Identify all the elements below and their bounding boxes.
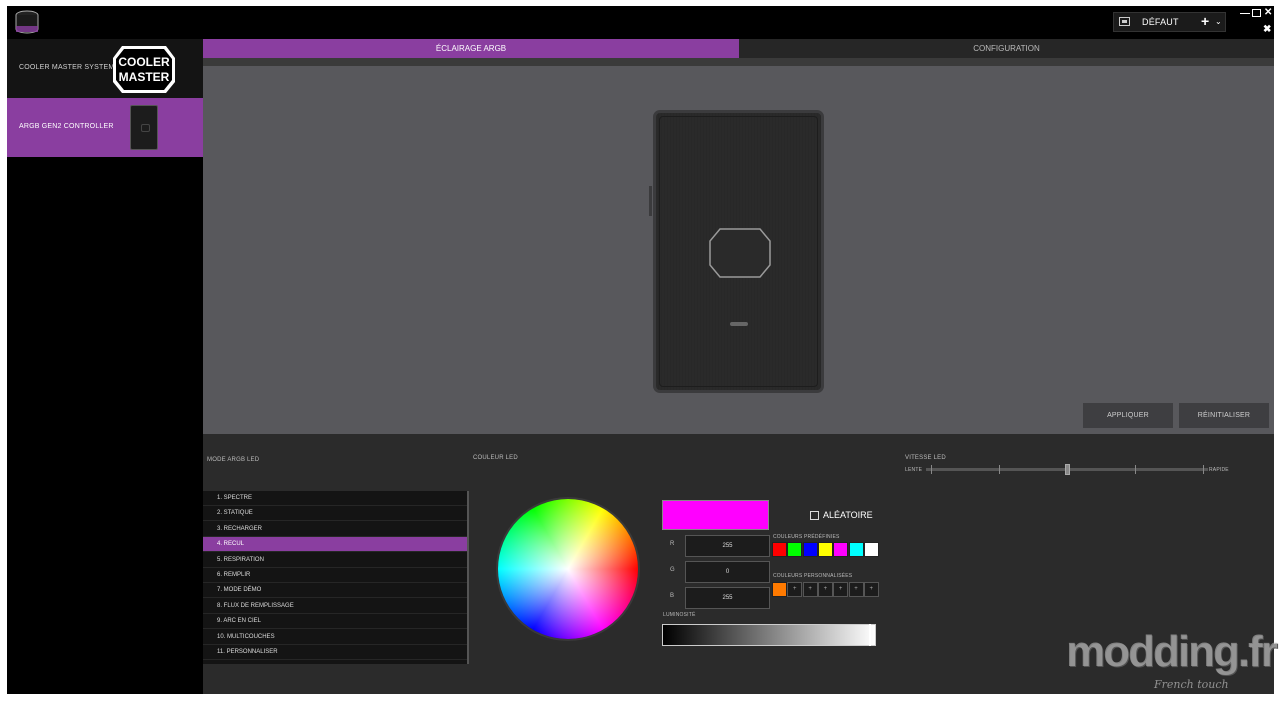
title-bar: DÉFAUT + ⌄ — ✕ ✖ xyxy=(7,6,1274,39)
mode-item[interactable]: 10. MULTICOUCHES xyxy=(203,630,467,645)
mode-item[interactable]: 8. FLUX DE REMPLISSAGE xyxy=(203,599,467,614)
collapse-icon[interactable]: ✖ xyxy=(1263,24,1271,35)
app-window: DÉFAUT + ⌄ — ✕ ✖ COOLER MASTER SYSTEM CO… xyxy=(7,6,1274,694)
status-led xyxy=(730,322,748,326)
device-sidebar: COOLER MASTER SYSTEM COOLER MASTER ARGB … xyxy=(7,39,203,694)
add-custom-color-button[interactable]: + xyxy=(817,582,833,597)
speed-min-label: LENTE xyxy=(905,467,923,473)
color-wheel[interactable] xyxy=(498,499,638,639)
led-mode-title: MODE ARGB LED xyxy=(207,457,260,463)
hexagon-logo-icon xyxy=(708,227,772,279)
green-value-input[interactable]: 0 xyxy=(685,561,770,583)
mode-item[interactable]: 6. REMPLIR xyxy=(203,568,467,583)
chevron-down-icon[interactable]: ⌄ xyxy=(1215,17,1222,26)
mode-item[interactable]: 1. SPECTRE xyxy=(203,491,467,506)
custom-color-swatch[interactable] xyxy=(772,582,787,597)
image-icon xyxy=(1119,17,1130,26)
add-custom-color-button[interactable]: + xyxy=(833,582,849,597)
add-custom-color-button[interactable]: + xyxy=(787,582,803,597)
device-side-button xyxy=(649,186,652,216)
led-color-title: COULEUR LED xyxy=(473,455,518,461)
preset-color-swatch[interactable] xyxy=(787,542,803,557)
brightness-label: LUMINOSITÉ xyxy=(663,612,696,618)
preset-color-swatch[interactable] xyxy=(863,542,879,557)
logo-line-1: COOLER xyxy=(118,55,170,69)
controller-image xyxy=(653,110,824,393)
blue-value-input[interactable]: 255 xyxy=(685,587,770,609)
custom-colors-label: COULEURS PERSONNALISÉES xyxy=(773,573,853,579)
minimize-button[interactable]: — xyxy=(1240,8,1250,19)
preset-color-swatch[interactable] xyxy=(817,542,833,557)
add-custom-color-button[interactable]: + xyxy=(802,582,818,597)
mode-item[interactable]: 2. STATIQUE xyxy=(203,506,467,522)
sidebar-item-cooler-master-system[interactable]: COOLER MASTER SYSTEM COOLER MASTER xyxy=(7,39,203,98)
preset-colors-label: COULEURS PRÉDÉFINIES xyxy=(773,534,840,540)
maximize-button[interactable] xyxy=(1252,9,1261,17)
preset-color-swatch[interactable] xyxy=(802,542,818,557)
reset-button[interactable]: RÉINITIALISER xyxy=(1179,403,1269,428)
sidebar-item-label: COOLER MASTER SYSTEM xyxy=(19,64,115,71)
preset-color-swatch[interactable] xyxy=(833,542,849,557)
tab-argb-lighting[interactable]: ÉCLAIRAGE ARGB xyxy=(203,39,739,58)
tab-configuration[interactable]: CONFIGURATION xyxy=(739,39,1274,58)
random-label: ALÉATOIRE xyxy=(823,510,873,520)
random-checkbox[interactable] xyxy=(810,511,819,520)
speed-tick xyxy=(1203,465,1204,474)
mode-item[interactable]: 9. ARC EN CIEL xyxy=(203,614,467,630)
add-custom-color-button[interactable]: + xyxy=(848,582,864,597)
preset-color-swatch[interactable] xyxy=(772,542,787,557)
mode-item[interactable]: 5. RESPIRATION xyxy=(203,553,467,568)
current-color-swatch xyxy=(662,500,769,530)
red-value-input[interactable]: 255 xyxy=(685,535,770,557)
brightness-handle[interactable] xyxy=(868,624,871,646)
controller-thumbnail xyxy=(130,105,158,150)
led-speed-title: VITESSE LED xyxy=(905,455,946,461)
add-profile-button[interactable]: + xyxy=(1201,13,1209,29)
mode-item[interactable]: 11. PERSONNALISER xyxy=(203,645,467,660)
device-preview: APPLIQUER RÉINITIALISER xyxy=(203,66,1274,434)
g-label: G xyxy=(670,567,675,573)
sidebar-item-argb-gen2-controller[interactable]: ARGB GEN2 CONTROLLER xyxy=(7,98,203,157)
sidebar-item-label: ARGB GEN2 CONTROLLER xyxy=(19,123,114,130)
speed-handle[interactable] xyxy=(1065,464,1070,475)
led-speed-slider[interactable] xyxy=(926,464,1208,475)
speed-tick xyxy=(931,465,932,474)
logo-line-2: MASTER xyxy=(119,70,170,84)
masterplus-logo xyxy=(13,9,41,37)
cooler-master-logo: COOLER MASTER xyxy=(112,44,176,94)
watermark-brand: modding.fr xyxy=(1066,627,1278,676)
r-label: R xyxy=(670,541,675,547)
led-mode-list: 1. SPECTRE 2. STATIQUE 3. RECHARGER 4. RECU… xyxy=(203,491,469,664)
mode-item[interactable]: 4. RECUL xyxy=(203,537,467,553)
apply-button[interactable]: APPLIQUER xyxy=(1083,403,1173,428)
preset-color-swatch[interactable] xyxy=(848,542,864,557)
mode-item[interactable]: 3. RECHARGER xyxy=(203,522,467,537)
speed-tick xyxy=(1135,465,1136,474)
watermark-tagline: French touch xyxy=(1154,678,1229,691)
speed-max-label: RAPIDE xyxy=(1209,467,1229,473)
watermark: modding.fr French touch xyxy=(1066,627,1280,697)
profile-name: DÉFAUT xyxy=(1142,17,1179,27)
tab-divider xyxy=(203,58,1274,66)
mode-item[interactable]: 7. MODE DÉMO xyxy=(203,583,467,599)
profile-selector[interactable]: DÉFAUT + ⌄ xyxy=(1113,12,1226,32)
close-button[interactable]: ✕ xyxy=(1264,7,1272,18)
brightness-slider[interactable] xyxy=(662,624,876,646)
speed-tick xyxy=(999,465,1000,474)
b-label: B xyxy=(670,593,675,599)
add-custom-color-button[interactable]: + xyxy=(863,582,879,597)
